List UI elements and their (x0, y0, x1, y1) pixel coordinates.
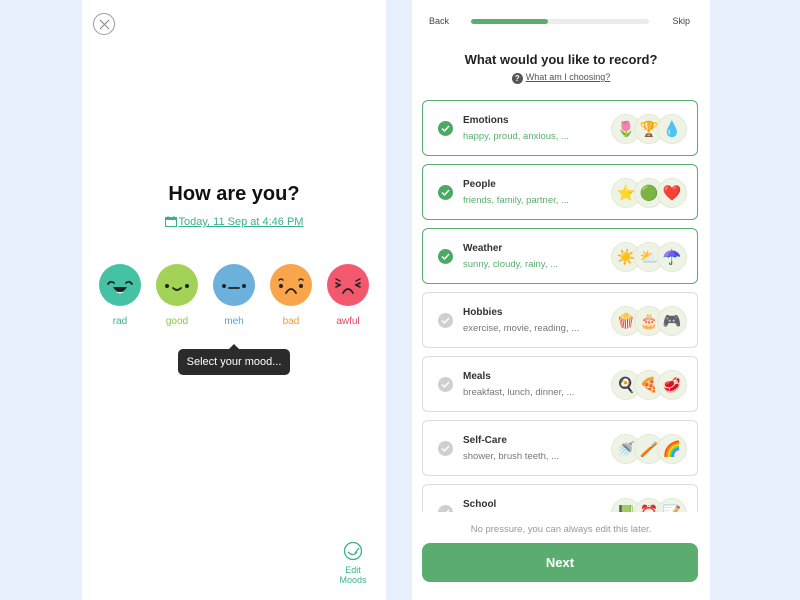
category-icons: 🍿 🎂 🎮 (611, 306, 687, 336)
category-icons: ⭐ 🟢 ❤️ (611, 178, 687, 208)
edit-moods-label-2: Moods (339, 575, 367, 585)
category-name: Hobbies (463, 307, 503, 318)
mood-selector: rad good meh bad awful (98, 264, 370, 327)
category-examples: happy, proud, anxious, ... (463, 131, 569, 142)
category-sample-icon: 🌈 (657, 434, 687, 464)
date-picker[interactable]: Today, 11 Sep at 4:46 PM (82, 216, 386, 228)
category-examples: breakfast, lunch, dinner, ... (463, 387, 575, 398)
check-icon[interactable] (438, 505, 453, 512)
check-icon[interactable] (438, 441, 453, 456)
edit-moods-button[interactable]: Edit Moods (334, 541, 372, 585)
mood-rad[interactable]: rad (98, 264, 142, 327)
category-card-self-care[interactable]: Self-Care shower, brush teeth, ... 🚿 🪥 🌈 (422, 420, 698, 476)
category-name: People (463, 179, 496, 190)
good-face-icon (156, 264, 198, 306)
record-options-screen: Back Skip What would you like to record?… (412, 0, 710, 600)
bad-face-icon (270, 264, 312, 306)
category-icons: 🚿 🪥 🌈 (611, 434, 687, 464)
category-examples: shower, brush teeth, ... (463, 451, 560, 462)
category-sample-icon: ☂️ (657, 242, 687, 272)
meh-face-icon (213, 264, 255, 306)
category-examples: exercise, movie, reading, ... (463, 323, 580, 334)
skip-button[interactable]: Skip (672, 16, 690, 26)
category-icons: 🌷 🏆 💧 (611, 114, 687, 144)
check-icon[interactable] (438, 377, 453, 392)
mood-label: awful (336, 316, 360, 327)
category-card-hobbies[interactable]: Hobbies exercise, movie, reading, ... 🍿 🎂 🎮 (422, 292, 698, 348)
category-examples: friends, family, partner, ... (463, 195, 569, 206)
page-title: How are you? (168, 183, 300, 205)
mood-screen: How are you? Today, 11 Sep at 4:46 PM ra… (82, 0, 386, 600)
category-icons: 🍳 🍕 🥩 (611, 370, 687, 400)
check-icon[interactable] (438, 249, 453, 264)
edit-moods-label-1: Edit (345, 565, 361, 575)
close-button[interactable] (93, 13, 115, 35)
rad-face-icon (99, 264, 141, 306)
top-bar: Back Skip (412, 14, 710, 28)
category-sample-icon: 💧 (657, 114, 687, 144)
category-name: School (463, 499, 497, 510)
mood-good[interactable]: good (155, 264, 199, 327)
edit-later-note: No pressure, you can always edit this la… (470, 524, 652, 535)
category-list[interactable]: Emotions happy, proud, anxious, ... 🌷 🏆 💧 Peo… (422, 100, 698, 512)
next-button[interactable]: Next (422, 543, 698, 582)
category-sample-icon: 🥩 (657, 370, 687, 400)
category-card-meals[interactable]: Meals breakfast, lunch, dinner, ... 🍳 🍕 🥩 (422, 356, 698, 412)
mood-label: bad (282, 316, 300, 327)
back-button[interactable]: Back (429, 16, 449, 26)
category-examples: sunny, cloudy, rainy, ... (463, 259, 559, 270)
progress-bar (471, 19, 649, 24)
mood-tooltip: Select your mood... (178, 344, 290, 375)
check-icon[interactable] (438, 313, 453, 328)
category-icons: ☀️ ⛅ ☂️ (611, 242, 687, 272)
category-name: Emotions (463, 115, 509, 126)
mood-meh[interactable]: meh (212, 264, 256, 327)
category-card-people[interactable]: People friends, family, partner, ... ⭐ 🟢 ❤️ (422, 164, 698, 220)
help-row: ? What am I choosing? (412, 72, 710, 84)
mood-label: rad (112, 316, 128, 327)
close-icon (99, 19, 110, 30)
calendar-icon (164, 216, 177, 227)
category-name: Self-Care (463, 435, 507, 446)
category-icons: 📗⏰📝 (611, 498, 687, 512)
category-sample-icon: ❤️ (657, 178, 687, 208)
progress-fill (471, 19, 548, 24)
edit-moods-icon (343, 541, 363, 561)
check-icon[interactable] (438, 185, 453, 200)
awful-face-icon (327, 264, 369, 306)
category-card-emotions[interactable]: Emotions happy, proud, anxious, ... 🌷 🏆 💧 (422, 100, 698, 156)
mood-label: meh (224, 316, 244, 327)
category-name: Meals (463, 371, 491, 382)
category-card-weather[interactable]: Weather sunny, cloudy, rainy, ... ☀️ ⛅ ☂️ (422, 228, 698, 284)
check-icon[interactable] (438, 121, 453, 136)
mood-label: good (165, 316, 189, 327)
help-link[interactable]: What am I choosing? (526, 72, 611, 82)
mood-awful[interactable]: awful (326, 264, 370, 327)
category-card-school[interactable]: School 📗⏰📝 (422, 484, 698, 512)
category-sample-icon: 📝 (657, 498, 687, 512)
mood-bad[interactable]: bad (269, 264, 313, 327)
category-sample-icon: 🎮 (657, 306, 687, 336)
page-title: What would you like to record? (464, 52, 658, 67)
date-label[interactable]: Today, 11 Sep at 4:46 PM (179, 216, 304, 228)
question-icon: ? (511, 73, 523, 84)
category-name: Weather (463, 243, 503, 254)
